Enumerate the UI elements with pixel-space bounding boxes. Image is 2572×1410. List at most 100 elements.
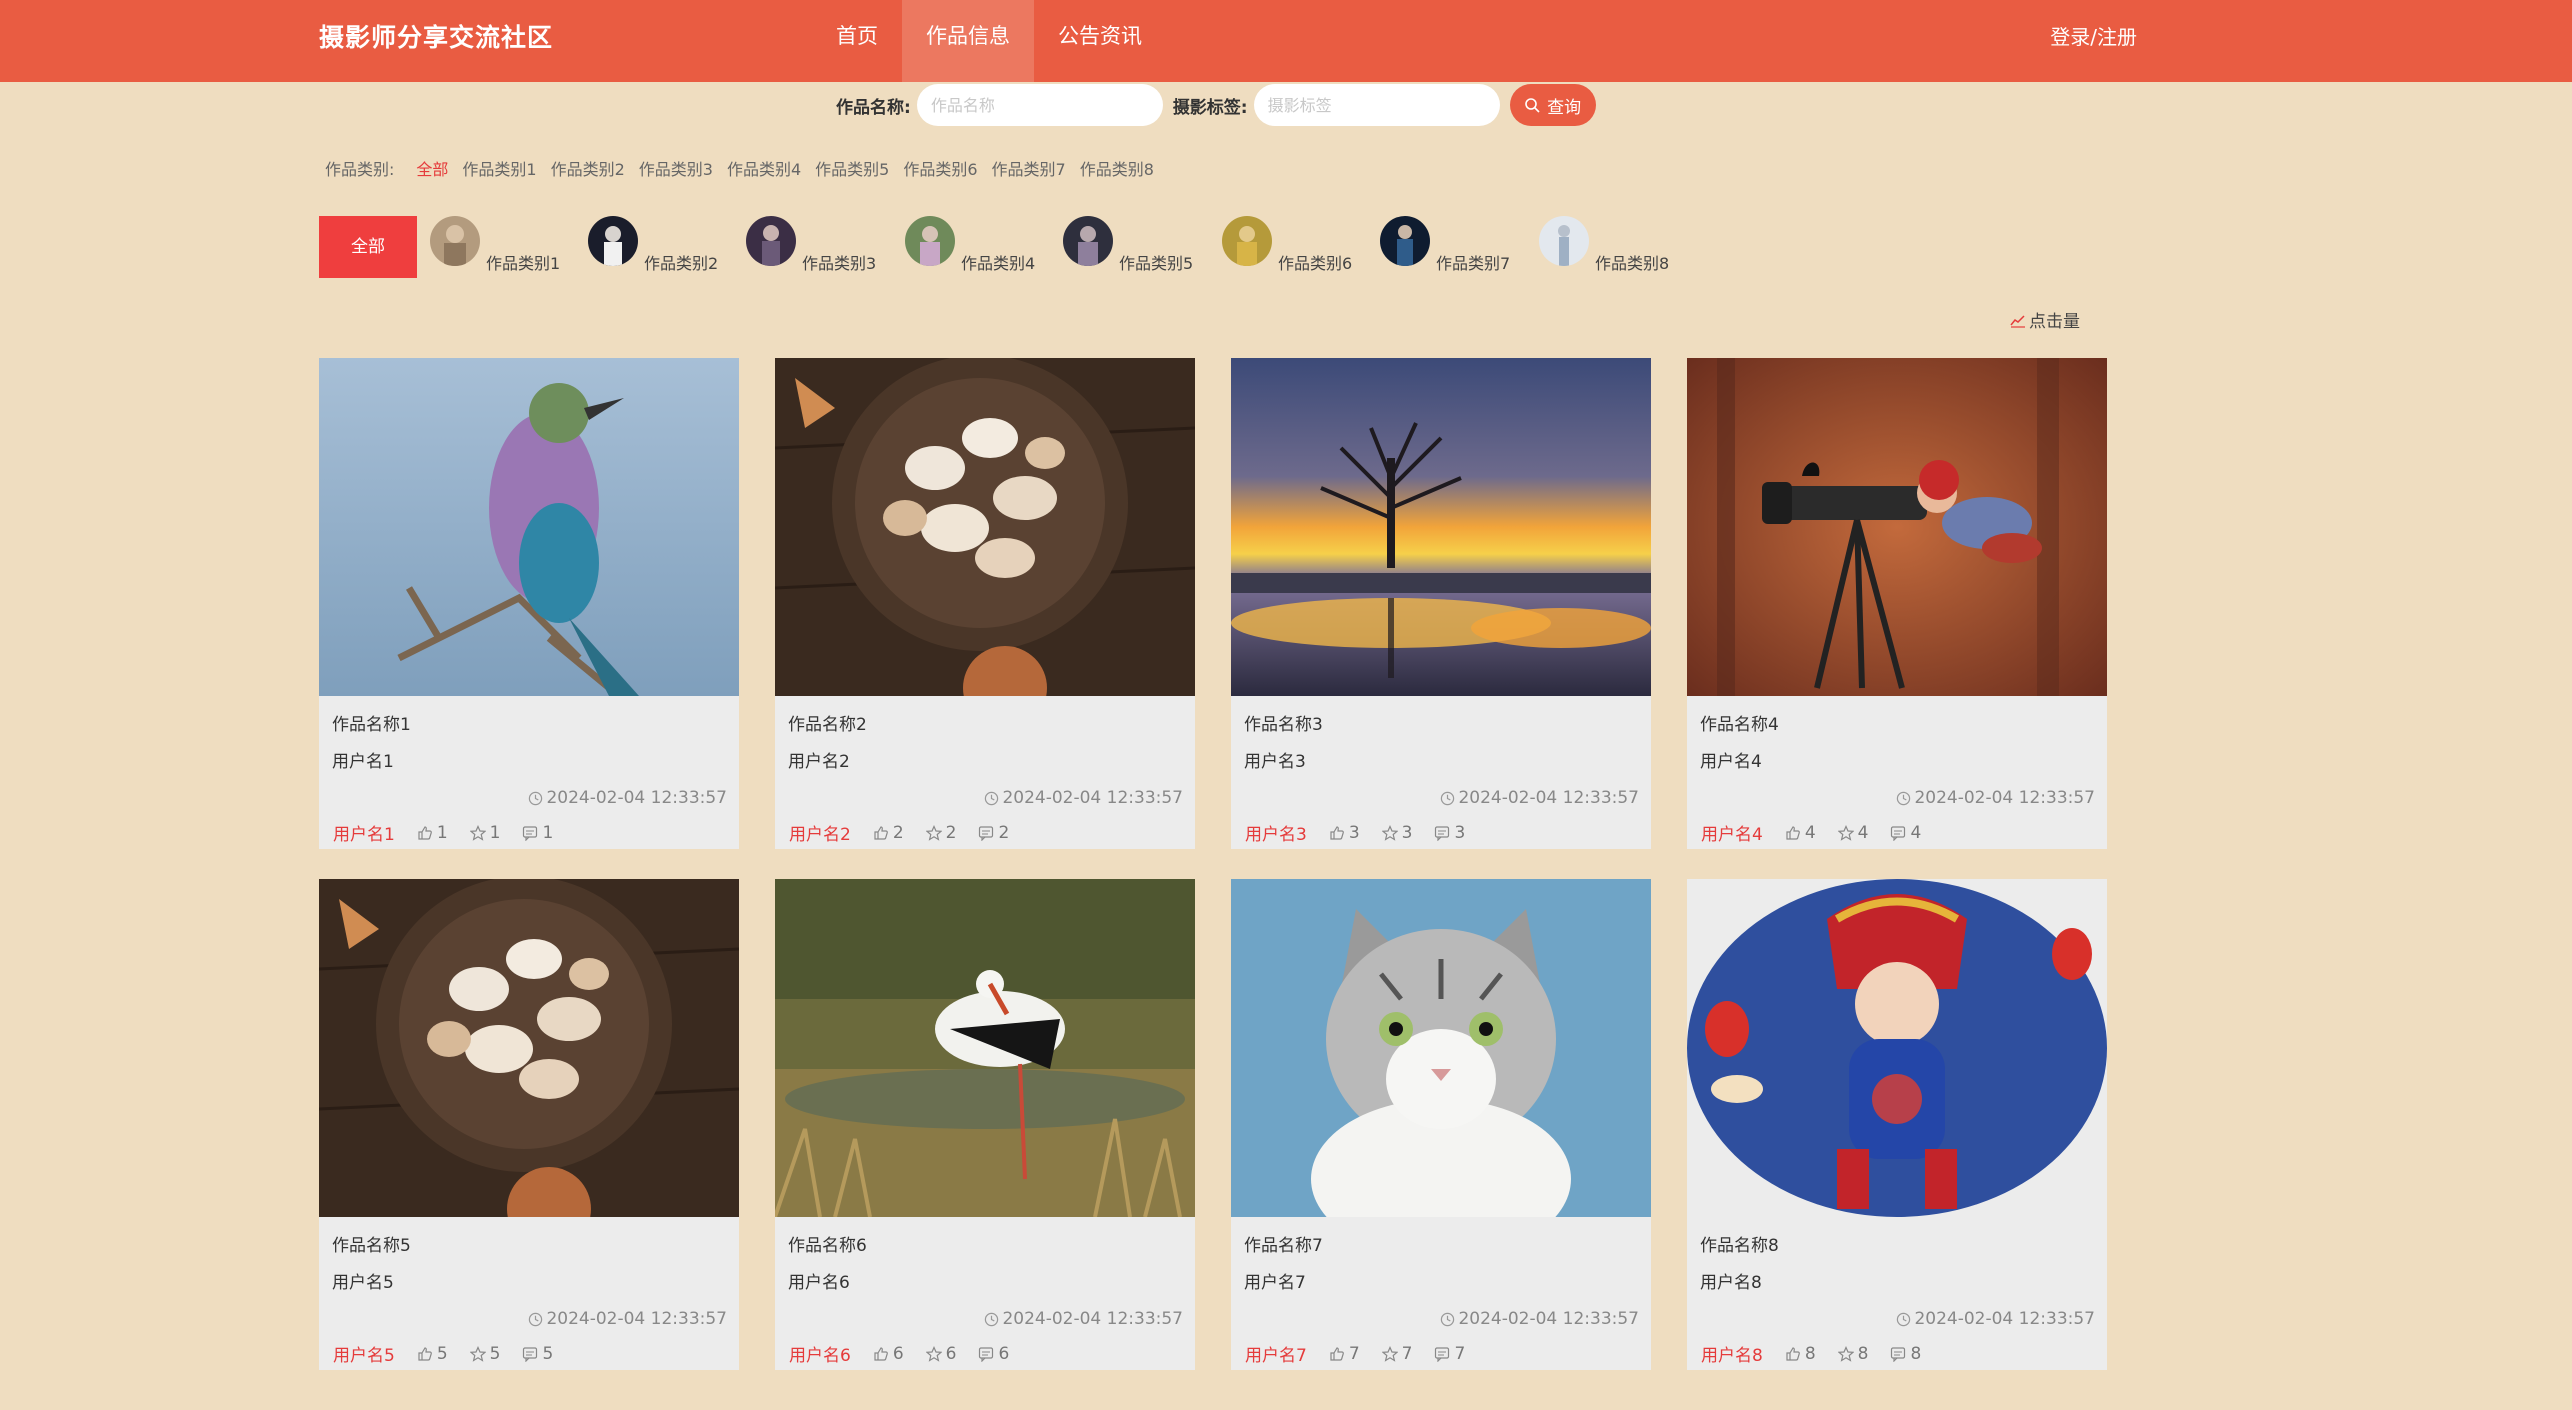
work-author-link[interactable]: 用户名7 <box>1245 1341 1307 1366</box>
category-4-thumbnail <box>905 216 955 266</box>
clock-icon <box>985 791 999 805</box>
work-title: 作品名称6 <box>788 1236 867 1256</box>
photo-tag-label: 摄影标签: <box>1172 97 1248 118</box>
favorite-count: 4 <box>1857 822 1869 843</box>
thumbs-up-icon <box>874 825 888 840</box>
work-name-input[interactable] <box>916 84 1163 126</box>
clock-icon <box>1897 791 1911 805</box>
favorite-count: 8 <box>1857 1343 1869 1364</box>
comment-count: 5 <box>542 1343 554 1364</box>
work-card[interactable]: 作品名称1 用户名1 2024-02-04 12:33:57 用户名1 1 1 … <box>319 358 739 849</box>
like-count: 7 <box>1348 1343 1360 1364</box>
nav-works[interactable]: 作品信息 <box>902 0 1034 82</box>
work-title: 作品名称4 <box>1700 715 1779 735</box>
work-title: 作品名称1 <box>332 715 411 735</box>
comment-icon <box>979 1346 994 1362</box>
category-3-label: 作品类别3 <box>802 254 877 273</box>
work-image-camera-kid[interactable] <box>1687 358 2107 696</box>
category-link-6[interactable]: 作品类别6 <box>903 156 977 180</box>
category-link-4[interactable]: 作品类别4 <box>727 156 801 180</box>
work-image-sunset-tree[interactable] <box>1231 358 1651 696</box>
work-author-link[interactable]: 用户名8 <box>1701 1341 1763 1366</box>
work-card[interactable]: 作品名称2 用户名2 2024-02-04 12:33:57 用户名2 2 2 … <box>775 358 1195 849</box>
work-image-garlic-bowl[interactable] <box>319 879 739 1217</box>
nav-home[interactable]: 首页 <box>812 0 902 82</box>
like-count: 6 <box>892 1343 904 1364</box>
thumbs-up-icon <box>1330 1346 1344 1361</box>
work-author-link[interactable]: 用户名6 <box>789 1341 851 1366</box>
comment-count: 7 <box>1454 1343 1466 1364</box>
work-author-link[interactable]: 用户名5 <box>333 1341 395 1366</box>
work-meta: 用户名2 2 2 2 <box>789 820 1031 846</box>
login-register-link[interactable]: 登录/注册 <box>2050 21 2137 50</box>
category-link-8[interactable]: 作品类别8 <box>1080 156 1154 180</box>
work-image-stork[interactable] <box>775 879 1195 1217</box>
search-button-label: 查询 <box>1547 97 1582 118</box>
category-2-thumbnail <box>588 216 638 266</box>
star-icon <box>469 824 486 841</box>
thumbs-up-icon <box>874 1346 888 1361</box>
favorite-count: 7 <box>1401 1343 1413 1364</box>
category-link-5[interactable]: 作品类别5 <box>815 156 889 180</box>
work-card[interactable]: 作品名称6 用户名6 2024-02-04 12:33:57 用户名6 6 6 … <box>775 879 1195 1370</box>
work-image-garlic-bowl[interactable] <box>775 358 1195 696</box>
star-icon <box>1837 824 1854 841</box>
work-image-cat[interactable] <box>1231 879 1651 1217</box>
work-meta: 用户名4 4 4 4 <box>1701 820 1943 846</box>
category-7-thumbnail <box>1380 216 1430 266</box>
work-card[interactable]: 作品名称7 用户名7 2024-02-04 12:33:57 用户名7 7 7 … <box>1231 879 1651 1370</box>
work-time: 2024-02-04 12:33:57 <box>528 1309 727 1329</box>
work-author-link[interactable]: 用户名4 <box>1701 820 1763 845</box>
comment-count: 3 <box>1454 822 1466 843</box>
comment-icon <box>1891 1346 1906 1362</box>
category-link-7[interactable]: 作品类别7 <box>992 156 1066 180</box>
work-name-label: 作品名称: <box>836 97 911 118</box>
category-1-label: 作品类别1 <box>486 254 561 273</box>
thumbs-up-icon <box>1330 825 1344 840</box>
work-image-baby[interactable] <box>1687 879 2107 1217</box>
star-icon <box>1381 824 1398 841</box>
work-time: 2024-02-04 12:33:57 <box>1896 788 2095 808</box>
clock-icon <box>985 1312 999 1326</box>
favorite-count: 1 <box>489 822 501 843</box>
category-link-2[interactable]: 作品类别2 <box>551 156 625 180</box>
category-6-thumbnail <box>1222 216 1272 266</box>
site-title: 摄影师分享交流社区 <box>319 23 554 52</box>
work-meta: 用户名5 5 5 5 <box>333 1341 575 1367</box>
work-time-text: 2024-02-04 12:33:57 <box>546 788 727 808</box>
work-meta: 用户名7 7 7 7 <box>1245 1341 1487 1367</box>
work-image-bird[interactable] <box>319 358 739 696</box>
work-card[interactable]: 作品名称3 用户名3 2024-02-04 12:33:57 用户名3 3 3 … <box>1231 358 1651 849</box>
work-card[interactable]: 作品名称4 用户名4 2024-02-04 12:33:57 用户名4 4 4 … <box>1687 358 2107 849</box>
comment-icon <box>523 1346 538 1362</box>
work-author-link[interactable]: 用户名1 <box>333 820 395 845</box>
category-3-thumbnail <box>746 216 796 266</box>
sort-by-hits[interactable]: 点击量 <box>2010 307 2080 332</box>
nav-announcements[interactable]: 公告资讯 <box>1034 0 1166 82</box>
like-count: 1 <box>436 822 448 843</box>
category-8-label: 作品类别8 <box>1595 254 1670 273</box>
category-5-label: 作品类别5 <box>1119 254 1194 273</box>
work-author-link[interactable]: 用户名2 <box>789 820 851 845</box>
work-author: 用户名2 <box>788 752 850 772</box>
category-6-label: 作品类别6 <box>1278 254 1353 273</box>
comment-count: 2 <box>998 822 1010 843</box>
category-link-3[interactable]: 作品类别3 <box>639 156 713 180</box>
work-title: 作品名称3 <box>1244 715 1323 735</box>
star-icon <box>925 1345 942 1362</box>
comment-icon <box>1891 825 1906 841</box>
category-link-all[interactable]: 全部 <box>416 156 448 180</box>
search-button[interactable]: 查询 <box>1509 84 1596 126</box>
clock-icon <box>1897 1312 1911 1326</box>
work-author: 用户名1 <box>332 752 394 772</box>
category-link-1[interactable]: 作品类别1 <box>462 156 536 180</box>
work-time-text: 2024-02-04 12:33:57 <box>1458 1309 1639 1329</box>
category-5-thumbnail <box>1063 216 1113 266</box>
star-icon <box>1381 1345 1398 1362</box>
category-all-button[interactable]: 全部 <box>319 216 417 278</box>
work-author: 用户名5 <box>332 1273 394 1293</box>
photo-tag-input[interactable] <box>1253 84 1500 126</box>
work-card[interactable]: 作品名称8 用户名8 2024-02-04 12:33:57 用户名8 8 8 … <box>1687 879 2107 1370</box>
work-author-link[interactable]: 用户名3 <box>1245 820 1307 845</box>
work-card[interactable]: 作品名称5 用户名5 2024-02-04 12:33:57 用户名5 5 5 … <box>319 879 739 1370</box>
